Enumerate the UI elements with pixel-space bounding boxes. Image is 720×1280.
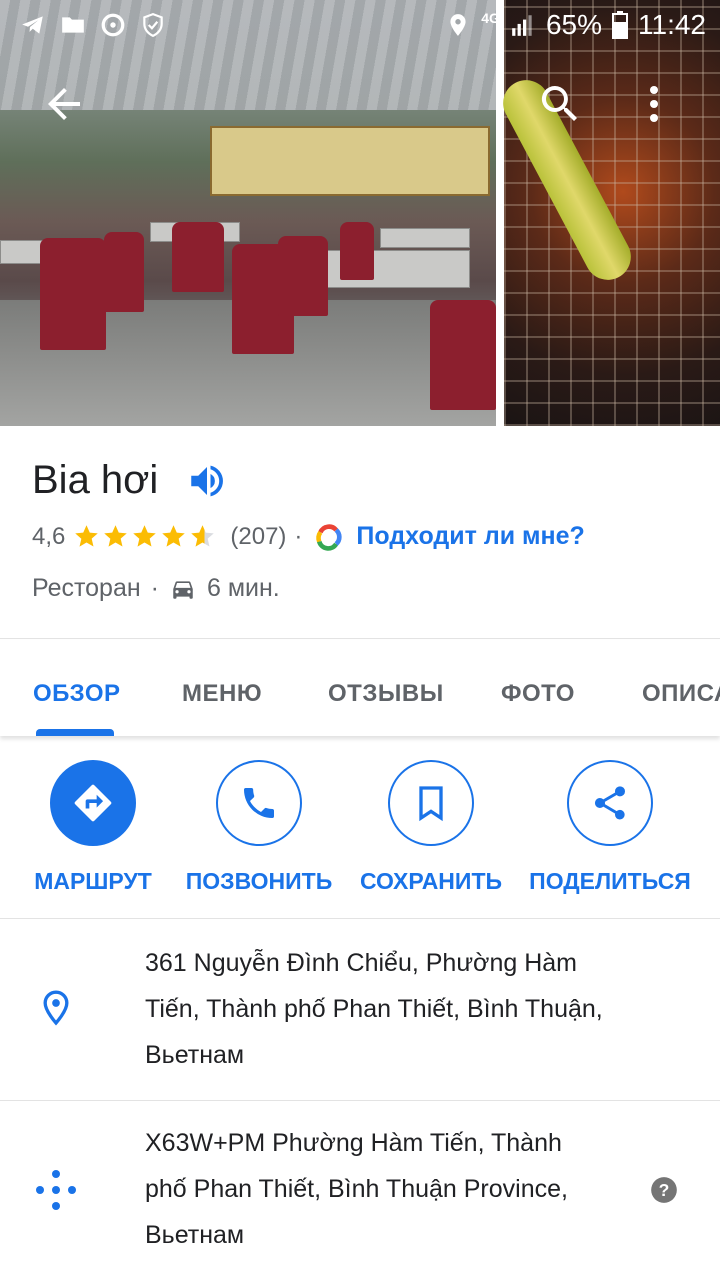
disc-icon (101, 13, 125, 37)
folder-icon (62, 17, 84, 33)
address-row[interactable]: 361 Nguyễn Đình Chiểu, Phường Hàm Tiến, … (0, 940, 720, 1090)
plus-code-row[interactable]: X63W+PM Phường Hàm Tiến, Thành phố Phan … (0, 1120, 720, 1280)
address-line: Вьетнам (145, 1041, 245, 1069)
address-line: Tiến, Thành phố Phan Thiết, Bình Thuận, (145, 995, 603, 1023)
shield-icon (143, 13, 163, 38)
more-vert-icon[interactable] (630, 80, 678, 128)
address-line: 361 Nguyễn Đình Chiểu, Phường Hàm (145, 949, 577, 977)
fit-for-me-link[interactable]: Подходит ли мне? (356, 522, 584, 551)
divider (0, 918, 720, 919)
star-icon (75, 525, 99, 547)
tab-reviews[interactable]: ОТЗЫВЫ (328, 680, 444, 708)
car-icon (173, 580, 193, 599)
tab-overview[interactable]: ОБЗОР (33, 680, 121, 708)
food-photo[interactable] (495, 0, 720, 426)
bookmark-icon (419, 786, 443, 822)
google-icon (316, 523, 342, 551)
separator: · (294, 522, 303, 550)
route-label: МАРШРУТ (34, 868, 152, 894)
save-button[interactable]: СОХРАНИТЬ (360, 760, 502, 895)
reviews-count[interactable]: (207) (230, 523, 286, 551)
tab-menu[interactable]: МЕНЮ (182, 680, 262, 708)
tab-photos[interactable]: ФОТО (501, 680, 575, 708)
speaker-icon[interactable] (186, 460, 228, 502)
rating-row[interactable]: 4,6 (207) · Подходит ли мне? (32, 522, 585, 551)
directions-icon (74, 784, 112, 822)
rating-value: 4,6 (32, 522, 66, 550)
place-category: Ресторан (32, 574, 141, 602)
star-icon (133, 525, 157, 547)
restaurant-photo[interactable] (0, 0, 496, 426)
action-buttons: МАРШРУТ ПОЗВОНИТЬ СОХРАНИТЬ ПОДЕЛИТЬСЯ (0, 760, 720, 900)
share-label: ПОДЕЛИТЬСЯ (529, 868, 691, 894)
plus-code-line: X63W+PM Phường Hàm Tiến, Thành (145, 1129, 562, 1157)
divider (0, 1100, 720, 1101)
battery-percent: 65% (545, 9, 602, 40)
search-icon[interactable] (536, 80, 584, 128)
help-icon[interactable]: ? (650, 1176, 678, 1204)
star-icon (104, 525, 128, 547)
active-tab-indicator (36, 729, 114, 736)
save-label: СОХРАНИТЬ (359, 868, 503, 894)
share-icon (594, 786, 625, 820)
back-arrow-icon[interactable] (40, 80, 88, 128)
photo-gallery[interactable] (0, 0, 720, 426)
plus-code-text: X63W+PM Phường Hàm Tiến, Thành phố Phan … (145, 1120, 615, 1258)
rating-stars (73, 523, 216, 550)
route-button[interactable]: МАРШРУТ (33, 760, 153, 895)
plus-code-line: phố Phan Thiết, Bình Thuận Province, (145, 1175, 568, 1203)
tab-bar: ОБЗОР МЕНЮ ОТЗЫВЫ ФОТО ОПИСАНИЕ (0, 640, 720, 736)
clock: 11:42 (638, 9, 706, 40)
tab-description[interactable]: ОПИСАНИЕ (642, 680, 720, 708)
location-icon (450, 14, 466, 36)
signal-icon (512, 15, 532, 36)
star-icon (162, 525, 186, 547)
separator: · (150, 574, 159, 602)
share-button[interactable]: ПОДЕЛИТЬСЯ (529, 760, 691, 895)
call-label: ПОЗВОНИТЬ (185, 868, 333, 894)
half-star-icon (191, 525, 215, 547)
call-button[interactable]: ПОЗВОНИТЬ (186, 760, 332, 895)
divider (0, 638, 720, 639)
place-name: Bia hơi (32, 458, 159, 502)
status-bar: 4G 65% 11:42 (0, 0, 720, 50)
address-text: 361 Nguyễn Đình Chiểu, Phường Hàm Tiến, … (145, 940, 645, 1078)
phone-icon (244, 788, 274, 818)
pin-icon (43, 990, 69, 1026)
plus-code-line: Вьетнам (145, 1221, 245, 1249)
plus-code-icon (36, 1170, 76, 1210)
network-type: 4G (481, 10, 500, 26)
drive-time: 6 мин. (207, 574, 280, 602)
telegram-icon (22, 16, 43, 34)
place-header: Bia hơi (32, 458, 228, 503)
svg-text:?: ? (659, 1180, 670, 1200)
meta-row: Ресторан · 6 мин. (32, 574, 280, 603)
battery-icon (612, 11, 628, 39)
